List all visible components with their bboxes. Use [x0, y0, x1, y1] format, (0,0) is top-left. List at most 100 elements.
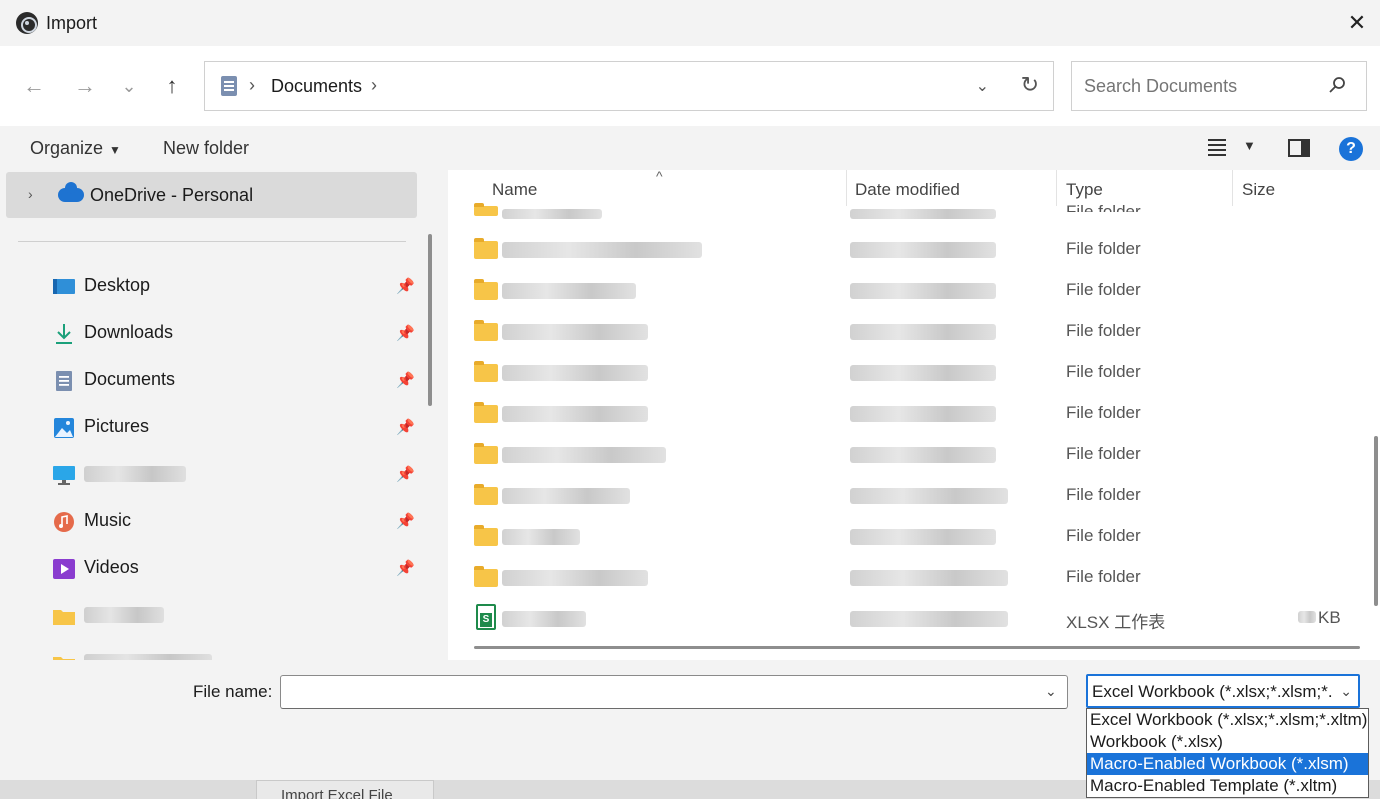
file-type-filter-dropdown: Excel Workbook (*.xlsx;*.xlsm;*.xltm) Wo…	[1086, 708, 1369, 798]
file-list-horizontal-scrollbar[interactable]	[474, 646, 1360, 649]
file-list: Name ^ Date modified Type Size File fold…	[448, 170, 1380, 660]
sidebar-item-folder[interactable]	[0, 596, 420, 640]
search-input[interactable]	[1084, 76, 1324, 97]
file-date	[850, 447, 996, 468]
file-date	[850, 488, 1008, 509]
file-name	[502, 570, 648, 591]
table-row[interactable]: File folder	[448, 393, 1348, 434]
pin-icon: 📌	[396, 513, 415, 530]
table-row[interactable]: XLSX 工作表 KB	[448, 598, 1348, 639]
organize-button[interactable]: Organize ▼	[30, 138, 121, 159]
file-date	[850, 324, 996, 345]
organize-dropdown-icon: ▼	[109, 143, 121, 157]
file-date	[850, 611, 1008, 632]
table-row[interactable]: File folder	[448, 270, 1348, 311]
file-date	[850, 365, 996, 386]
filter-option-workbook[interactable]: Workbook (*.xlsx)	[1087, 731, 1368, 753]
recent-locations-button[interactable]: ⌄	[113, 70, 145, 102]
view-options-icon[interactable]	[1208, 139, 1226, 156]
organize-label: Organize	[30, 138, 104, 158]
up-button[interactable]: ↑	[156, 70, 188, 102]
desktop-icon	[53, 279, 75, 294]
help-icon[interactable]: ?	[1339, 137, 1363, 161]
breadcrumb-documents[interactable]: Documents	[271, 76, 362, 97]
sidebar-item-videos[interactable]: Videos 📌	[0, 549, 420, 593]
folder-icon	[474, 443, 498, 464]
pin-icon: 📌	[396, 560, 415, 577]
file-type: File folder	[1066, 567, 1141, 586]
file-type-filter-select[interactable]: Excel Workbook (*.xlsx;*.xlsm;*.: ⌄	[1086, 674, 1360, 708]
search-icon[interactable]	[1328, 76, 1346, 94]
sidebar-item-label: Music	[84, 510, 132, 530]
folder-icon	[53, 610, 75, 625]
file-name-dropdown-chevron-icon[interactable]: ⌄	[1045, 683, 1057, 700]
music-icon	[54, 512, 74, 532]
table-row[interactable]: File folder	[448, 557, 1348, 598]
sidebar-item-label: Desktop	[84, 275, 151, 295]
table-row[interactable]: File folder	[448, 516, 1348, 557]
file-size: KB	[1298, 608, 1341, 628]
file-type: File folder	[1066, 280, 1141, 299]
background-import-excel-file-button[interactable]: Import Excel File	[256, 780, 434, 799]
breadcrumb-separator[interactable]: ›	[249, 75, 255, 96]
sidebar-item-label: Videos	[84, 557, 139, 577]
file-name	[502, 283, 636, 304]
file-name	[502, 529, 580, 550]
table-row[interactable]: File folder	[448, 229, 1348, 270]
preview-pane-icon[interactable]	[1288, 139, 1310, 157]
background-button-label: Import Excel File	[281, 787, 393, 799]
refresh-icon[interactable]: ↻	[1021, 72, 1039, 98]
file-name	[502, 611, 586, 632]
sidebar-item-desktop[interactable]: Desktop 📌	[0, 267, 420, 311]
view-options-dropdown-icon[interactable]: ▼	[1243, 138, 1256, 153]
sidebar-item-monitor[interactable]: 📌	[0, 455, 420, 499]
file-name	[502, 488, 630, 509]
file-type: XLSX 工作表	[1066, 613, 1166, 632]
file-name-input[interactable]	[280, 675, 1068, 709]
sidebar-item-pictures[interactable]: Pictures 📌	[0, 408, 420, 452]
search-box[interactable]	[1071, 61, 1367, 111]
chevron-down-icon[interactable]: ⌄	[1340, 683, 1352, 700]
filter-option-excel-workbook[interactable]: Excel Workbook (*.xlsx;*.xlsm;*.xltm)	[1087, 709, 1368, 731]
file-list-vertical-scrollbar[interactable]	[1374, 436, 1378, 606]
folder-icon	[474, 525, 498, 546]
folder-icon	[53, 657, 75, 660]
navigation-pane: › OneDrive - Personal Desktop 📌 Download…	[0, 170, 440, 660]
folder-icon	[474, 238, 498, 259]
table-row[interactable]: File folder	[448, 352, 1348, 393]
file-name-label: File name:	[193, 682, 273, 701]
sidebar-item-music[interactable]: Music 📌	[0, 502, 420, 546]
file-type: File folder	[1066, 239, 1141, 258]
address-dropdown-chevron-icon[interactable]: ⌄	[976, 76, 989, 96]
filter-option-macro-enabled-workbook[interactable]: Macro-Enabled Workbook (*.xlsm)	[1087, 753, 1368, 775]
pin-icon: 📌	[396, 419, 415, 436]
forward-button[interactable]: →	[69, 70, 101, 102]
address-bar[interactable]: › Documents › ⌄ ↻	[204, 61, 1054, 111]
documents-icon	[56, 371, 72, 391]
navigation-bar: ← → ⌄ ↑ › Documents › ⌄ ↻	[0, 46, 1380, 126]
sidebar-item-folder[interactable]	[0, 643, 420, 660]
sidebar-item-label: OneDrive - Personal	[90, 185, 254, 205]
pictures-icon	[54, 418, 74, 438]
expand-chevron-icon[interactable]: ›	[28, 186, 33, 202]
table-row[interactable]: File folder	[448, 311, 1348, 352]
file-name	[502, 324, 648, 345]
sidebar-item-label	[84, 604, 164, 628]
folder-icon	[474, 320, 498, 341]
filter-option-macro-enabled-template[interactable]: Macro-Enabled Template (*.xltm)	[1087, 775, 1368, 797]
monitor-icon	[53, 466, 75, 485]
new-folder-button[interactable]: New folder	[163, 138, 249, 159]
sidebar-scrollbar[interactable]	[428, 234, 432, 406]
table-row[interactable]: File folder	[448, 434, 1348, 475]
pin-icon: 📌	[396, 372, 415, 389]
breadcrumb-separator[interactable]: ›	[371, 75, 377, 96]
table-row[interactable]: File folder	[448, 475, 1348, 516]
table-row[interactable]: File folder	[448, 190, 1348, 231]
sidebar-item-onedrive[interactable]: › OneDrive - Personal	[6, 172, 417, 218]
sidebar-item-downloads[interactable]: Downloads 📌	[0, 314, 420, 358]
sidebar-item-documents[interactable]: Documents 📌	[0, 361, 420, 405]
file-date	[850, 206, 996, 224]
back-button[interactable]: ←	[18, 70, 50, 102]
folder-icon	[474, 402, 498, 423]
close-button[interactable]: ✕	[1334, 0, 1380, 46]
